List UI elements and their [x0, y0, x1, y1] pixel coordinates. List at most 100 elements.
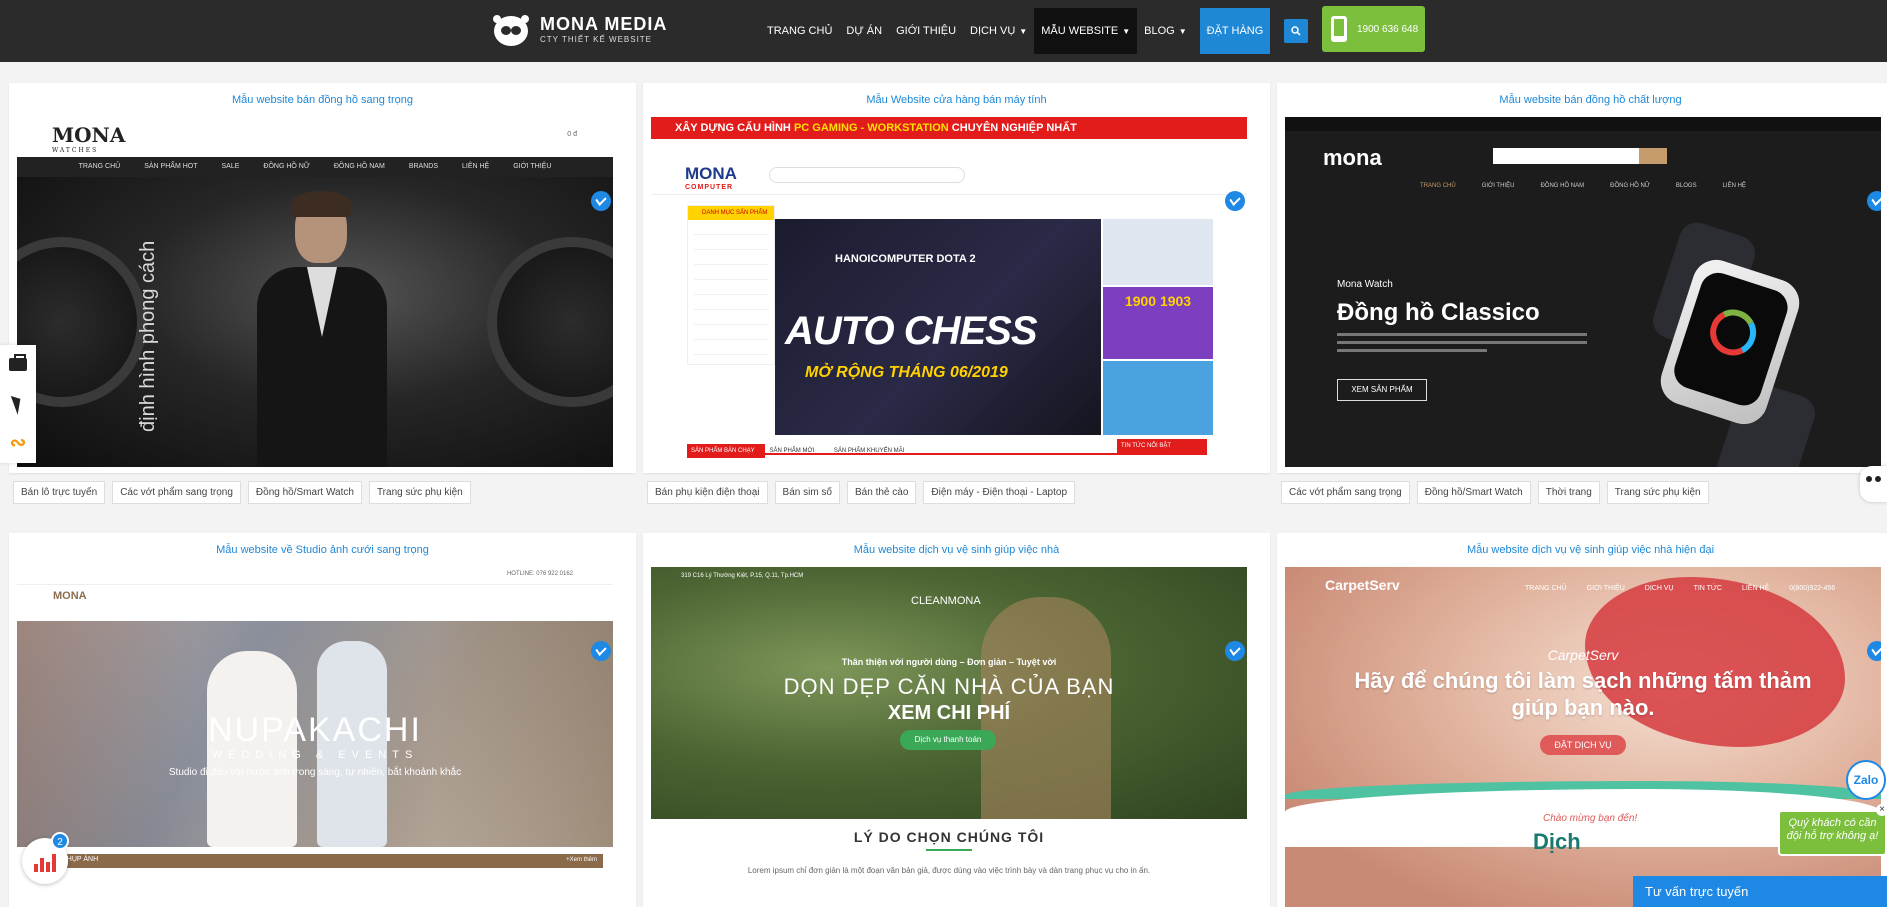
search-icon: [1291, 26, 1301, 36]
nav-home[interactable]: TRANG CHỦ: [760, 8, 839, 54]
logo-title: MONA MEDIA: [540, 13, 668, 34]
site-logo[interactable]: MONA MEDIA CTY THIẾT KẾ WEBSITE: [490, 12, 667, 46]
main-nav: TRANG CHỦ DỰ ÁN GIỚI THIỆU DỊCH VỤ ▼ MẪU …: [760, 6, 1309, 56]
panda-tab-icon[interactable]: [1860, 466, 1887, 502]
hotline-number: 1900 636 648: [1357, 23, 1419, 35]
support-speech-bubble: Quý khách có cần đội hỗ trợ không ạ!: [1778, 810, 1887, 856]
preview-cta: Dịch vụ thanh toán: [900, 730, 996, 750]
bar-chart-icon: [34, 864, 38, 872]
preview-menu: TRANG CHỦ GIỚI THIỆU DỊCH VỤ TIN TỨC LIÊN HỆ…: [1525, 585, 1836, 592]
template-tags: Các vớt phẩm sang trọng Đồng hồ/Smart Wa…: [1281, 481, 1716, 504]
preview-logo: MONA: [53, 590, 87, 602]
tag[interactable]: Các vớt phẩm sang trọng: [112, 481, 241, 504]
pointer-button[interactable]: [0, 384, 36, 423]
chevron-down-icon: ▼: [1019, 26, 1028, 36]
messenger-icon[interactable]: [591, 191, 611, 211]
preview-banner: XÂY DỰNG CẤU HÌNH PC GAMING - WORKSTATIO…: [651, 117, 1247, 139]
tag[interactable]: Đồng hồ/Smart Watch: [1416, 481, 1531, 504]
preview-heading: Đồng hồ Classico: [1337, 299, 1540, 326]
hotline-button[interactable]: 1900 636 648: [1322, 6, 1425, 52]
preview-cta: XEM SẢN PHẨM: [1337, 379, 1427, 401]
nav-projects[interactable]: DỰ ÁN: [839, 8, 889, 54]
template-title[interactable]: Mẫu website bán đồng hồ chất lượng: [1277, 83, 1887, 117]
template-title[interactable]: Mẫu website dịch vụ vệ sinh giúp việc nh…: [643, 533, 1270, 567]
order-button[interactable]: ĐẶT HÀNG: [1199, 8, 1271, 54]
messenger-icon[interactable]: [1225, 191, 1245, 211]
logo-subtitle: CTY THIẾT KẾ WEBSITE: [540, 34, 653, 44]
preview-menu: TRANG CHỦ GIỚI THIỆU ĐỒNG HỒ NAM ĐỒNG HỒ NỮ…: [1420, 183, 1746, 189]
section-heading: LÝ DO CHỌN CHÚNG TÔI: [853, 829, 1045, 845]
template-title[interactable]: Mẫu Website cửa hàng bán máy tính: [643, 83, 1270, 117]
tag[interactable]: Điện máy - Điện thoại - Laptop: [923, 481, 1075, 504]
preview-cta: ĐẶT DỊCH VỤ: [1540, 735, 1626, 755]
messenger-icon[interactable]: [1867, 191, 1881, 211]
template-card[interactable]: Mẫu website bán đồng hồ sang trọng MONA W…: [9, 83, 636, 504]
template-card[interactable]: Mẫu Website cửa hàng bán máy tính XÂY DỰ…: [643, 83, 1270, 504]
cursor-icon: [10, 392, 26, 415]
briefcase-icon: [9, 354, 27, 371]
section-text: Lorem ipsum chỉ đơn giản là một đoạn văn…: [747, 866, 1151, 875]
swirl-icon: ∾: [9, 432, 27, 454]
divider: [926, 849, 972, 851]
preview-search: [769, 167, 965, 183]
preview-category-list: DANH MỤC SẢN PHẨM: [687, 205, 775, 365]
tag[interactable]: Thời trang: [1537, 481, 1600, 504]
left-toolbar: ∾: [0, 345, 36, 463]
extension-button[interactable]: ∾: [0, 423, 36, 462]
phone-icon: [1331, 16, 1347, 42]
template-preview[interactable]: 319 C16 Lý Thường Kiệt, P.15, Q.11, Tp.H…: [651, 567, 1247, 819]
preview-logo: MONA COMPUTER: [685, 164, 737, 191]
template-card[interactable]: Mẫu website dịch vụ vệ sinh giúp việc nh…: [643, 533, 1270, 907]
tag[interactable]: Các vớt phẩm sang trọng: [1281, 481, 1410, 504]
toolbox-button[interactable]: [0, 345, 36, 384]
tag[interactable]: Bán lô trực tuyến: [13, 481, 106, 504]
nav-blog[interactable]: BLOG ▼: [1137, 8, 1194, 54]
close-icon[interactable]: ×: [1876, 804, 1887, 816]
preview-section-strip: DỊCH VỤ CHỤP ẢNH +Xem thêm: [25, 854, 603, 868]
chevron-down-icon: ▼: [1178, 26, 1187, 36]
preview-hero: định hình phong cách: [17, 177, 613, 467]
template-tags: Bán lô trực tuyến Các vớt phẩm sang trọn…: [13, 481, 478, 504]
template-preview[interactable]: CarpetServ TRANG CHỦ GIỚI THIỆU DỊCH VỤ TIN…: [1285, 567, 1881, 907]
tag[interactable]: Trang sức phụ kiện: [368, 481, 471, 504]
template-tags: Bán phụ kiện điện thoại Bán sim số Bán t…: [647, 481, 1082, 504]
template-card[interactable]: Mẫu website về Studio ảnh cưới sang trọn…: [9, 533, 636, 907]
search-button[interactable]: [1284, 19, 1309, 43]
preview-search: [1493, 148, 1667, 164]
live-chat-bar[interactable]: Tư vấn trực tuyến: [1633, 876, 1887, 907]
tag[interactable]: Bán thẻ cào: [847, 481, 917, 504]
tag[interactable]: Bán phụ kiện điện thoại: [647, 481, 768, 504]
preview-heading: DỌN DẸP CĂN NHÀ CỦA BẠN: [783, 674, 1115, 699]
messenger-icon[interactable]: [1225, 641, 1245, 661]
nav-services[interactable]: DỊCH VỤ ▼: [963, 8, 1034, 54]
preview-hero: NUPAKACHI WEDDING & EVENTS Studio đi đầu…: [17, 621, 613, 847]
template-title[interactable]: Mẫu website về Studio ảnh cưới sang trọn…: [9, 533, 636, 567]
template-card[interactable]: Mẫu website bán đồng hồ chất lượng mona …: [1277, 83, 1887, 504]
template-title[interactable]: Mẫu website bán đồng hồ sang trọng: [9, 83, 636, 117]
hero-vertical-text: định hình phong cách: [137, 240, 159, 432]
notification-badge: 2: [51, 832, 69, 850]
preview-slide: HANOICOMPUTER DOTA 2 AUTO CHESS MỞ RỘNG …: [775, 219, 1101, 435]
preview-logo: mona: [1323, 145, 1382, 170]
tag[interactable]: Trang sức phụ kiện: [1606, 481, 1709, 504]
tag[interactable]: Bán sim số: [774, 481, 840, 504]
preview-heading: Hãy để chúng tôi làm sạch những tấm thảm…: [1354, 668, 1812, 720]
preview-logo: CarpetServ: [1325, 577, 1400, 593]
preview-cart: 0 đ: [567, 131, 577, 138]
chevron-down-icon: ▼: [1122, 26, 1131, 36]
preview-logo: CLEANMONA: [911, 595, 981, 607]
template-preview[interactable]: XÂY DỰNG CẤU HÌNH PC GAMING - WORKSTATIO…: [651, 117, 1247, 467]
messenger-icon[interactable]: [591, 641, 611, 661]
template-preview[interactable]: mona TRANG CHỦ GIỚI THIỆU ĐỒNG HỒ NAM ĐỒNG …: [1285, 117, 1881, 467]
preview-brand: Mona Watch: [1337, 279, 1393, 290]
nav-about[interactable]: GIỚI THIỆU: [889, 8, 963, 54]
template-preview[interactable]: HOTLINE: 076 922 0162 MONA NUPAKACHI WED…: [17, 567, 613, 907]
template-preview[interactable]: MONA WATCHES 0 đ TRANG CHỦ SẢN PHẨM HOT SAL…: [17, 117, 613, 467]
preview-tabs: SẢN PHẨM BÁN CHẠY SẢN PHẨM MỚI SẢN PHẨM …: [687, 439, 1207, 458]
tag[interactable]: Đồng hồ/Smart Watch: [247, 481, 362, 504]
preview-menu: TRANG CHỦ SẢN PHẨM HOT SALE ĐỒNG HỒ NỮ ĐỒNG …: [17, 157, 613, 177]
nav-website-templates[interactable]: MẪU WEBSITE ▼: [1034, 8, 1138, 54]
messenger-icon[interactable]: [1867, 641, 1881, 661]
zalo-chat-button[interactable]: Zalo: [1846, 760, 1886, 800]
template-title[interactable]: Mẫu website dịch vụ vệ sinh giúp việc nh…: [1277, 533, 1887, 567]
